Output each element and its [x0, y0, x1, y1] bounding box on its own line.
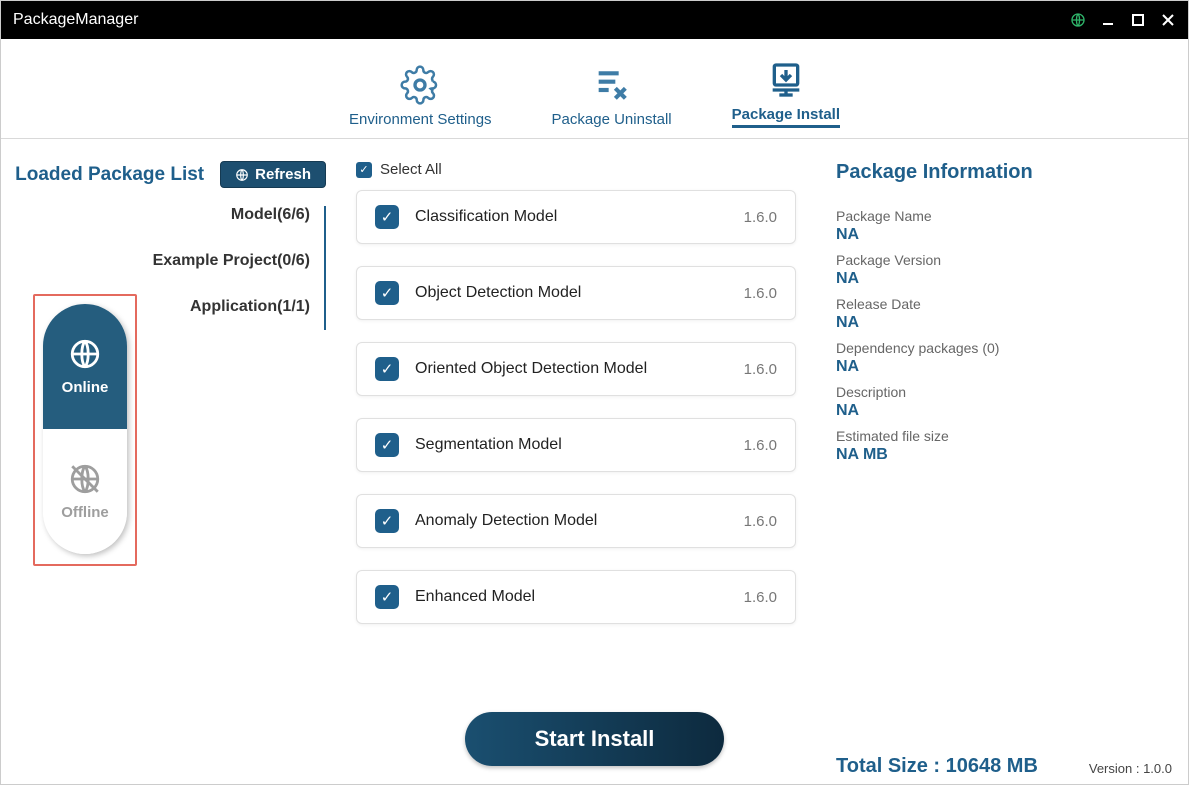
loaded-package-list-heading: Loaded Package List — [15, 164, 204, 186]
package-version: 1.6.0 — [744, 285, 777, 302]
info-version-value: NA — [836, 270, 1156, 288]
info-dependency-label: Dependency packages (0) — [836, 340, 1156, 356]
checkbox-checked-icon[interactable]: ✓ — [375, 281, 399, 305]
gear-icon — [400, 65, 440, 105]
package-info-heading: Package Information — [836, 161, 1156, 184]
tab-label: Environment Settings — [349, 111, 492, 128]
package-name: Enhanced Model — [415, 588, 728, 606]
category-example-project[interactable]: Example Project(0/6) — [153, 252, 310, 270]
tab-package-install[interactable]: Package Install — [732, 60, 840, 128]
tab-environment-settings[interactable]: Environment Settings — [349, 65, 492, 128]
mode-switch-highlight: Online Offline — [33, 294, 137, 566]
titlebar: PackageManager — [1, 1, 1188, 39]
info-dependency-value: NA — [836, 358, 1156, 376]
package-list-column: ✓ Select All ✓ Classification Model 1.6.… — [326, 139, 816, 784]
info-date-label: Release Date — [836, 296, 1156, 312]
info-name-label: Package Name — [836, 208, 1156, 224]
install-icon — [766, 60, 806, 100]
globe-icon[interactable] — [1070, 12, 1086, 28]
package-version: 1.6.0 — [744, 513, 777, 530]
close-icon[interactable] — [1160, 12, 1176, 28]
tab-package-uninstall[interactable]: Package Uninstall — [552, 65, 672, 128]
info-description-value: NA — [836, 402, 1156, 420]
package-card[interactable]: ✓ Object Detection Model 1.6.0 — [356, 266, 796, 320]
package-name: Segmentation Model — [415, 436, 728, 454]
bottom-bar: Start Install — [1, 712, 1188, 766]
mode-offline[interactable]: Offline — [43, 429, 127, 554]
window-controls — [1070, 12, 1176, 28]
info-size-label: Estimated file size — [836, 428, 1156, 444]
checkbox-checked-icon: ✓ — [356, 162, 372, 178]
minimize-icon[interactable] — [1100, 12, 1116, 28]
package-card[interactable]: ✓ Oriented Object Detection Model 1.6.0 — [356, 342, 796, 396]
info-date-value: NA — [836, 314, 1156, 332]
package-name: Object Detection Model — [415, 284, 728, 302]
start-install-button[interactable]: Start Install — [465, 712, 725, 766]
mode-online[interactable]: Online — [43, 304, 127, 429]
category-application[interactable]: Application(1/1) — [190, 298, 310, 316]
window-title: PackageManager — [13, 11, 1070, 29]
globe-icon — [68, 337, 102, 371]
tab-label: Package Uninstall — [552, 111, 672, 128]
package-version: 1.6.0 — [744, 589, 777, 606]
mode-label: Offline — [61, 504, 109, 521]
package-card[interactable]: ✓ Classification Model 1.6.0 — [356, 190, 796, 244]
maximize-icon[interactable] — [1130, 12, 1146, 28]
info-name-value: NA — [836, 226, 1156, 244]
category-model[interactable]: Model(6/6) — [231, 206, 310, 224]
refresh-label: Refresh — [255, 166, 311, 183]
globe-off-icon — [68, 462, 102, 496]
package-name: Anomaly Detection Model — [415, 512, 728, 530]
app-version-label: Version : 1.0.0 — [1089, 761, 1172, 776]
tab-strip: Environment Settings Package Uninstall P… — [1, 39, 1188, 139]
package-info-column: Package Information Package Name NA Pack… — [816, 139, 1176, 784]
tab-label: Package Install — [732, 106, 840, 123]
package-card[interactable]: ✓ Anomaly Detection Model 1.6.0 — [356, 494, 796, 548]
package-name: Classification Model — [415, 208, 728, 226]
package-name: Oriented Object Detection Model — [415, 360, 728, 378]
select-all-row[interactable]: ✓ Select All — [356, 161, 796, 178]
checkbox-checked-icon[interactable]: ✓ — [375, 357, 399, 381]
info-size-value: NA MB — [836, 446, 1156, 464]
checkbox-checked-icon[interactable]: ✓ — [375, 433, 399, 457]
package-version: 1.6.0 — [744, 209, 777, 226]
refresh-button[interactable]: Refresh — [220, 161, 326, 188]
package-card[interactable]: ✓ Enhanced Model 1.6.0 — [356, 570, 796, 624]
info-version-label: Package Version — [836, 252, 1156, 268]
main-area: Online Offline Loaded Package List R — [1, 139, 1188, 784]
info-description-label: Description — [836, 384, 1156, 400]
select-all-label: Select All — [380, 161, 442, 178]
checkbox-checked-icon[interactable]: ✓ — [375, 585, 399, 609]
checkbox-checked-icon[interactable]: ✓ — [375, 509, 399, 533]
refresh-icon — [235, 168, 249, 182]
mode-switch: Online Offline — [43, 304, 127, 554]
mode-label: Online — [62, 379, 109, 396]
package-version: 1.6.0 — [744, 437, 777, 454]
package-version: 1.6.0 — [744, 361, 777, 378]
uninstall-icon — [592, 65, 632, 105]
package-card[interactable]: ✓ Segmentation Model 1.6.0 — [356, 418, 796, 472]
checkbox-checked-icon[interactable]: ✓ — [375, 205, 399, 229]
